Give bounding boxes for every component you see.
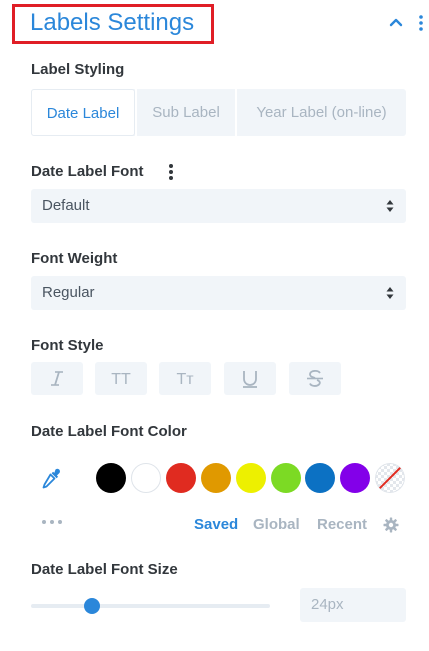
font-size-slider-track[interactable] [31, 604, 270, 608]
tab-date-label[interactable]: Date Label [31, 89, 135, 136]
italic-icon [51, 371, 63, 386]
color-swatch-orange[interactable] [201, 463, 231, 493]
tab-year-label[interactable]: Year Label (on-line) [237, 89, 406, 136]
strikethrough-icon [307, 370, 323, 387]
color-swatch-red[interactable] [166, 463, 196, 493]
date-label-font-heading: Date Label Font [31, 163, 144, 180]
gear-icon[interactable] [383, 517, 399, 533]
tab-sub-label[interactable]: Sub Label [137, 89, 235, 136]
color-swatch-black[interactable] [96, 463, 126, 493]
underline-icon [243, 371, 257, 388]
font-color-heading: Date Label Font Color [31, 423, 187, 440]
uppercase-icon: TT [111, 371, 131, 388]
font-family-select[interactable]: Default [31, 189, 406, 223]
label-styling-heading: Label Styling [31, 61, 125, 78]
capitalize-button[interactable]: Tт [159, 362, 211, 395]
font-style-heading: Font Style [31, 337, 104, 354]
italic-button[interactable] [31, 362, 83, 395]
font-family-value: Default [42, 197, 90, 214]
uppercase-button[interactable]: TT [95, 362, 147, 395]
strikethrough-button[interactable] [289, 362, 341, 395]
more-colors-icon[interactable] [41, 519, 63, 525]
tab-global-colors[interactable]: Global [253, 516, 300, 533]
font-size-input[interactable]: 24px [300, 588, 406, 622]
eyedropper-icon[interactable] [40, 467, 62, 489]
panel-title[interactable]: Labels Settings [30, 8, 194, 38]
font-options-icon[interactable] [166, 161, 176, 183]
select-arrows-icon [386, 287, 394, 299]
no-color-swatch-icon[interactable] [375, 463, 405, 493]
color-swatch-yellow[interactable] [236, 463, 266, 493]
tab-saved-colors[interactable]: Saved [194, 516, 238, 533]
underline-button[interactable] [224, 362, 276, 395]
svg-text:Tт: Tт [176, 371, 194, 388]
font-weight-select[interactable]: Regular [31, 276, 406, 310]
tab-recent-colors[interactable]: Recent [317, 516, 367, 533]
chevron-up-icon[interactable] [388, 14, 404, 30]
font-size-slider-thumb[interactable] [84, 598, 100, 614]
color-swatch-blue[interactable] [305, 463, 335, 493]
more-options-icon[interactable] [418, 14, 424, 32]
color-swatch-white[interactable] [131, 463, 161, 493]
svg-text:TT: TT [111, 371, 131, 388]
color-swatch-purple[interactable] [340, 463, 370, 493]
font-weight-value: Regular [42, 284, 95, 301]
color-swatch-green[interactable] [271, 463, 301, 493]
label-styling-tabs: Date Label Sub Label Year Label (on-line… [31, 89, 406, 136]
font-weight-heading: Font Weight [31, 250, 118, 267]
capitalize-icon: Tт [176, 371, 194, 388]
panel-header: Labels Settings [0, 0, 429, 46]
select-arrows-icon [386, 200, 394, 212]
font-size-heading: Date Label Font Size [31, 561, 178, 578]
